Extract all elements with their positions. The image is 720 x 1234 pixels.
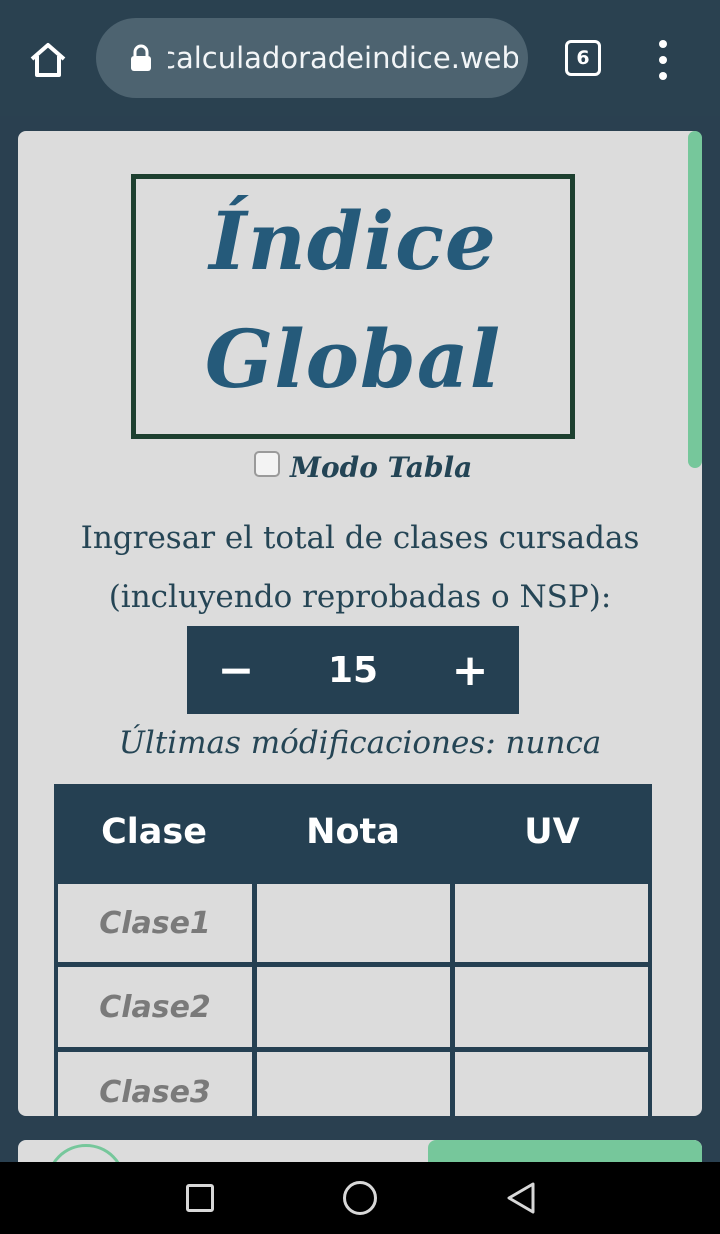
column-header-nota: Nota <box>306 812 400 852</box>
grade-input[interactable] <box>257 884 450 962</box>
browser-toolbar: calculadoradeindice.web 6 <box>0 0 720 116</box>
more-vert-icon[interactable] <box>650 40 676 80</box>
last-modified-text: Últimas módificaciones: nunca <box>118 725 602 761</box>
home-button[interactable] <box>24 36 72 84</box>
uv-input[interactable] <box>455 1052 648 1116</box>
table-row-class-name: Clase2 <box>58 967 252 1047</box>
grades-table-body: Clase1 Clase2 Clase3 <box>54 880 652 1116</box>
mode-toggle[interactable]: Modo Tabla <box>254 447 472 487</box>
column-header-uv: UV <box>524 812 580 852</box>
calculator-card: Índice Global Modo Tabla Ingresar el tot… <box>18 131 702 1116</box>
uv-input[interactable] <box>455 967 648 1047</box>
grade-input[interactable] <box>257 1052 450 1116</box>
scrollbar-thumb[interactable] <box>688 131 702 468</box>
instruction-line-1: Ingresar el total de clases cursadas <box>80 520 640 556</box>
square-icon[interactable] <box>186 1184 214 1212</box>
triangle-back-icon[interactable] <box>505 1181 537 1215</box>
home-icon <box>30 43 66 77</box>
logo-line-2: Global <box>204 312 502 406</box>
url-text: calculadoradeindice.web <box>168 41 518 75</box>
table-row-class-name: Clase1 <box>58 884 252 962</box>
logo-line-1: Índice <box>209 194 497 288</box>
class-count-stepper: − 15 + <box>187 626 519 714</box>
decrement-button[interactable]: − <box>191 626 281 714</box>
table-header: Clase Nota UV <box>54 784 652 880</box>
logo: Índice Global <box>131 174 575 439</box>
increment-button[interactable]: + <box>425 626 515 714</box>
circle-badge <box>46 1144 126 1164</box>
uv-input[interactable] <box>455 884 648 962</box>
bottom-section <box>18 1140 702 1164</box>
mode-checkbox[interactable] <box>254 451 280 477</box>
instruction-line-2: (incluyendo reprobadas o NSP): <box>108 579 612 615</box>
lock-icon <box>131 44 151 71</box>
system-nav-bar <box>0 1162 720 1234</box>
circle-icon[interactable] <box>343 1181 377 1215</box>
table-row-class-name: Clase3 <box>58 1052 252 1116</box>
class-count-value[interactable]: 15 <box>277 626 429 714</box>
address-bar[interactable]: calculadoradeindice.web <box>96 18 528 98</box>
tab-switcher-button[interactable]: 6 <box>565 40 601 76</box>
mode-label: Modo Tabla <box>290 450 473 484</box>
grade-input[interactable] <box>257 967 450 1047</box>
green-button[interactable] <box>428 1140 702 1164</box>
column-header-clase: Clase <box>101 812 207 852</box>
